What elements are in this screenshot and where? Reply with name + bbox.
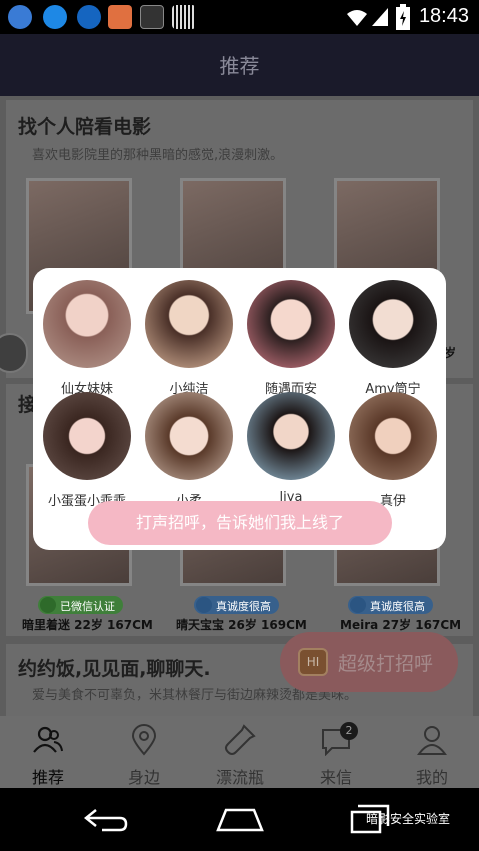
app-icon-4 (108, 5, 132, 29)
star-icon (196, 597, 212, 613)
star-icon (350, 597, 366, 613)
wifi-icon (347, 10, 367, 26)
nav-tab-recommend[interactable]: 推荐 (0, 716, 96, 788)
bug-icon (140, 5, 164, 29)
app-icon-3 (77, 5, 101, 29)
avatar[interactable] (247, 392, 335, 480)
verified-badge: 已微信认证 (38, 596, 123, 614)
user-avatar-cell[interactable]: 随遇而安 (241, 280, 341, 400)
app-header: 推荐 (0, 34, 479, 96)
user-avatar-cell[interactable]: 真伊 (343, 392, 443, 512)
bottle-icon (225, 724, 256, 755)
badge-label: 真诚度很高 (216, 600, 271, 613)
greet-modal: 仙女妹妹 小纯洁 随遇而安 Amy筒宁 小蛋蛋小乖乖 小柔 liya 真伊 打声… (33, 268, 446, 550)
app-icon-1 (8, 5, 32, 29)
hi-chat-icon: HI (298, 648, 328, 676)
avatar[interactable] (43, 392, 131, 480)
trust-badge: 真诚度很高 (348, 596, 433, 614)
avatar[interactable] (349, 392, 437, 480)
unread-count-badge: 2 (340, 722, 358, 740)
bottom-nav: 推荐 身边 漂流瓶 2 来信 我的 (0, 716, 479, 788)
nav-label: 来信 (319, 768, 352, 787)
back-icon[interactable] (82, 806, 130, 834)
battery-icon (396, 4, 410, 30)
nav-tab-profile[interactable]: 我的 (384, 716, 479, 788)
nav-tab-nearby[interactable]: 身边 (96, 716, 192, 788)
avatar[interactable] (349, 280, 437, 368)
super-greet-label: 超级打招呼 (338, 653, 434, 675)
home-icon[interactable] (214, 806, 266, 832)
system-nav-bar: 暗影安全实验室 (0, 788, 479, 851)
watermark-text: 暗影安全实验室 (366, 812, 451, 826)
user-avatar-cell[interactable]: liya (241, 392, 341, 512)
nav-tab-messages[interactable]: 2 来信 (288, 716, 384, 788)
greet-all-button[interactable]: 打声招呼，告诉她们我上线了 (88, 501, 392, 545)
badge-label: 已微信认证 (60, 600, 115, 613)
nav-label: 我的 (415, 768, 448, 787)
user-avatar-cell[interactable]: 小纯洁 (139, 280, 239, 400)
super-greet-button[interactable]: HI 超级打招呼 (280, 632, 458, 692)
app-icon-2 (43, 5, 67, 29)
user-avatar-cell[interactable]: Amy筒宁 (343, 280, 443, 400)
badge-label: 真诚度很高 (370, 600, 425, 613)
nav-label: 推荐 (31, 768, 64, 787)
avatar[interactable] (145, 280, 233, 368)
barcode-icon (172, 5, 196, 29)
profile-icon (417, 726, 447, 755)
nav-label: 漂流瓶 (215, 768, 264, 787)
location-pin-icon (131, 724, 157, 756)
section-title: 找个人陪看电影 (18, 116, 152, 138)
person-info: 晴天宝宝 26岁 169CM (176, 618, 307, 632)
nav-tab-bottle[interactable]: 漂流瓶 (192, 716, 288, 788)
person-info: Meira 27岁 167CM (340, 618, 462, 632)
section-title: 约约饭,见见面,聊聊天. (18, 658, 211, 680)
user-avatar-cell[interactable]: 仙女妹妹 (37, 280, 137, 400)
avatar[interactable] (145, 392, 233, 480)
clock: 18:43 (418, 5, 469, 27)
avatar[interactable] (247, 280, 335, 368)
section-desc: 喜欢电影院里的那种黑暗的感觉,浪漫刺激。 (32, 148, 284, 163)
avatar[interactable] (43, 280, 131, 368)
user-avatar-cell[interactable]: 小蛋蛋小乖乖 (37, 392, 137, 512)
nav-label: 身边 (127, 768, 160, 787)
trust-badge: 真诚度很高 (194, 596, 279, 614)
wechat-icon (40, 597, 56, 613)
signal-icon (372, 8, 388, 26)
page-title: 推荐 (219, 56, 260, 78)
user-avatar-cell[interactable]: 小柔 (139, 392, 239, 512)
people-icon (33, 726, 63, 753)
status-bar: 18:43 (0, 0, 479, 34)
person-info: 暗里着迷 22岁 167CM (22, 618, 153, 632)
